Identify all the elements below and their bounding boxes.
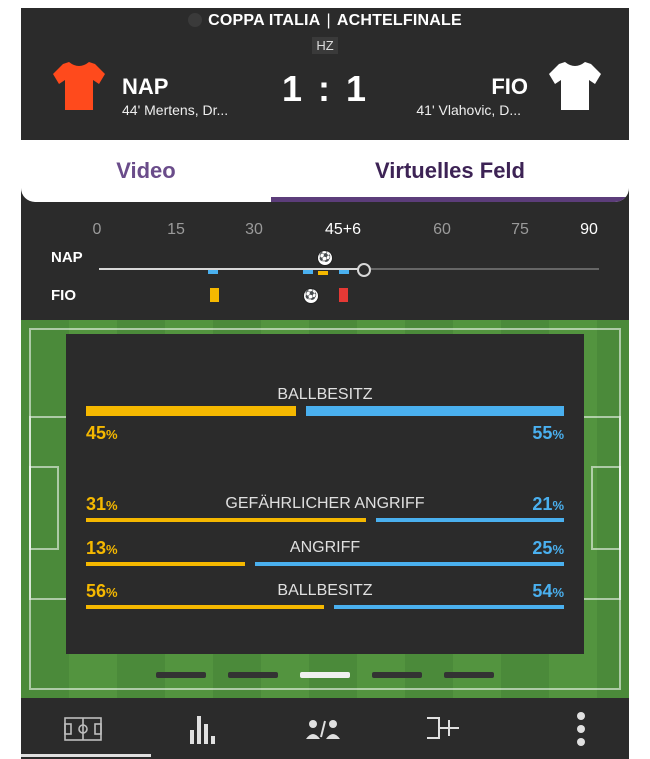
home-stat-bar bbox=[86, 518, 366, 522]
nav-lineups[interactable] bbox=[263, 698, 383, 759]
home-stat-value: 13% bbox=[86, 538, 118, 558]
lineups-icon bbox=[306, 719, 340, 739]
stat-title: BALLBESITZ bbox=[277, 582, 373, 599]
stat-title: BALLBESITZ bbox=[277, 386, 373, 403]
nav-statistics[interactable] bbox=[143, 698, 263, 759]
competition-name: COPPA ITALIA bbox=[208, 12, 321, 29]
away-event-marker[interactable] bbox=[339, 270, 349, 274]
pager-dot[interactable] bbox=[444, 672, 494, 678]
timeline-tick: 60 bbox=[433, 221, 451, 238]
home-possession-bar bbox=[86, 406, 296, 416]
pitch-icon bbox=[64, 716, 102, 741]
competition-title: COPPA ITALIA | ACHTELFINALE bbox=[21, 12, 629, 30]
active-tab-indicator bbox=[271, 197, 629, 202]
scoreboard: 1:1 bbox=[21, 68, 629, 110]
match-timeline: 0 15 30 45+6 60 75 90 NAP FIO ⚽ ⚽ bbox=[21, 210, 629, 320]
away-stat-value: 4555% bbox=[532, 423, 564, 443]
away-stat-bar bbox=[376, 518, 564, 522]
more-vertical-icon bbox=[577, 711, 585, 746]
away-jersey-icon bbox=[549, 62, 601, 110]
timeline-home-label: NAP bbox=[51, 249, 83, 266]
nav-more[interactable] bbox=[521, 698, 629, 759]
nav-bracket[interactable] bbox=[383, 698, 503, 759]
home-stat-value: 45% bbox=[86, 423, 118, 443]
match-center: COPPA ITALIA | ACHTELFINALE HZ NAP 44' Mer… bbox=[21, 8, 629, 759]
match-header: COPPA ITALIA | ACHTELFINALE HZ NAP 44' Mer… bbox=[21, 8, 629, 140]
nav-virtual-field[interactable] bbox=[23, 698, 143, 759]
timeline-tick-current: 45+6 bbox=[324, 221, 362, 238]
competition-round: ACHTELFINALE bbox=[336, 12, 462, 29]
home-stat-bar bbox=[86, 605, 324, 609]
timeline-tick: 90 bbox=[580, 221, 598, 238]
stat-title: GEFÄHRLICHER ANGRIFF bbox=[225, 495, 425, 512]
virtual-pitch: BALLBESITZ 45% 4555% GEFÄHRLICHER ANGRIF… bbox=[21, 320, 629, 698]
away-stat-value: 25% bbox=[532, 538, 564, 558]
timeline-away-label: FIO bbox=[51, 287, 76, 304]
away-score: 1 bbox=[346, 68, 369, 109]
away-goal-icon[interactable]: ⚽ bbox=[303, 288, 319, 304]
timeline-tick: 75 bbox=[511, 221, 529, 238]
timeline-tick: 30 bbox=[245, 221, 263, 238]
pager-dot-active[interactable] bbox=[300, 672, 350, 678]
away-possession-bar bbox=[306, 406, 564, 416]
away-scorers: 41' Vlahovic, D... bbox=[416, 102, 521, 118]
timeline-progress bbox=[99, 268, 363, 270]
away-team-name[interactable]: FIO bbox=[491, 74, 528, 100]
match-status: HZ bbox=[21, 37, 629, 54]
home-stat-bar bbox=[86, 562, 245, 566]
pager-dot[interactable] bbox=[372, 672, 422, 678]
away-stat-value: 21% bbox=[532, 494, 564, 514]
goal-box-right bbox=[591, 466, 621, 550]
away-stat-value: 54% bbox=[532, 581, 564, 601]
tab-virtual-field[interactable]: Virtuelles Feld bbox=[271, 140, 629, 202]
home-stat-value: 56% bbox=[86, 581, 118, 601]
bar-chart-icon bbox=[190, 715, 215, 744]
away-red-card-icon[interactable] bbox=[339, 288, 348, 302]
pager-dot[interactable] bbox=[228, 672, 278, 678]
home-stat-value: 31% bbox=[86, 494, 118, 514]
active-nav-indicator bbox=[21, 754, 151, 757]
view-tabs: Video Virtuelles Feld bbox=[21, 140, 629, 202]
away-stat-bar bbox=[255, 562, 564, 566]
timeline-tick: 0 bbox=[92, 221, 102, 238]
score-separator: : bbox=[318, 68, 332, 109]
home-event-marker[interactable] bbox=[318, 271, 328, 275]
away-event-marker[interactable] bbox=[303, 270, 313, 274]
carousel-pager bbox=[21, 672, 629, 682]
home-score: 1 bbox=[281, 68, 304, 109]
stat-title: ANGRIFF bbox=[289, 539, 361, 556]
home-goal-icon[interactable]: ⚽ bbox=[317, 250, 333, 266]
away-stat-bar bbox=[334, 605, 564, 609]
away-event-marker[interactable] bbox=[208, 270, 218, 274]
goal-box-left bbox=[29, 466, 59, 550]
bottom-navigation bbox=[21, 698, 629, 759]
timeline-handle[interactable] bbox=[357, 263, 371, 277]
timeline-tick: 15 bbox=[167, 221, 185, 238]
bracket-icon bbox=[427, 716, 459, 739]
ball-icon bbox=[188, 13, 203, 27]
stats-panel: BALLBESITZ 45% 4555% GEFÄHRLICHER ANGRIF… bbox=[66, 334, 584, 654]
away-yellow-card-icon[interactable] bbox=[210, 288, 219, 302]
pager-dot[interactable] bbox=[156, 672, 206, 678]
tab-video[interactable]: Video bbox=[21, 140, 271, 202]
